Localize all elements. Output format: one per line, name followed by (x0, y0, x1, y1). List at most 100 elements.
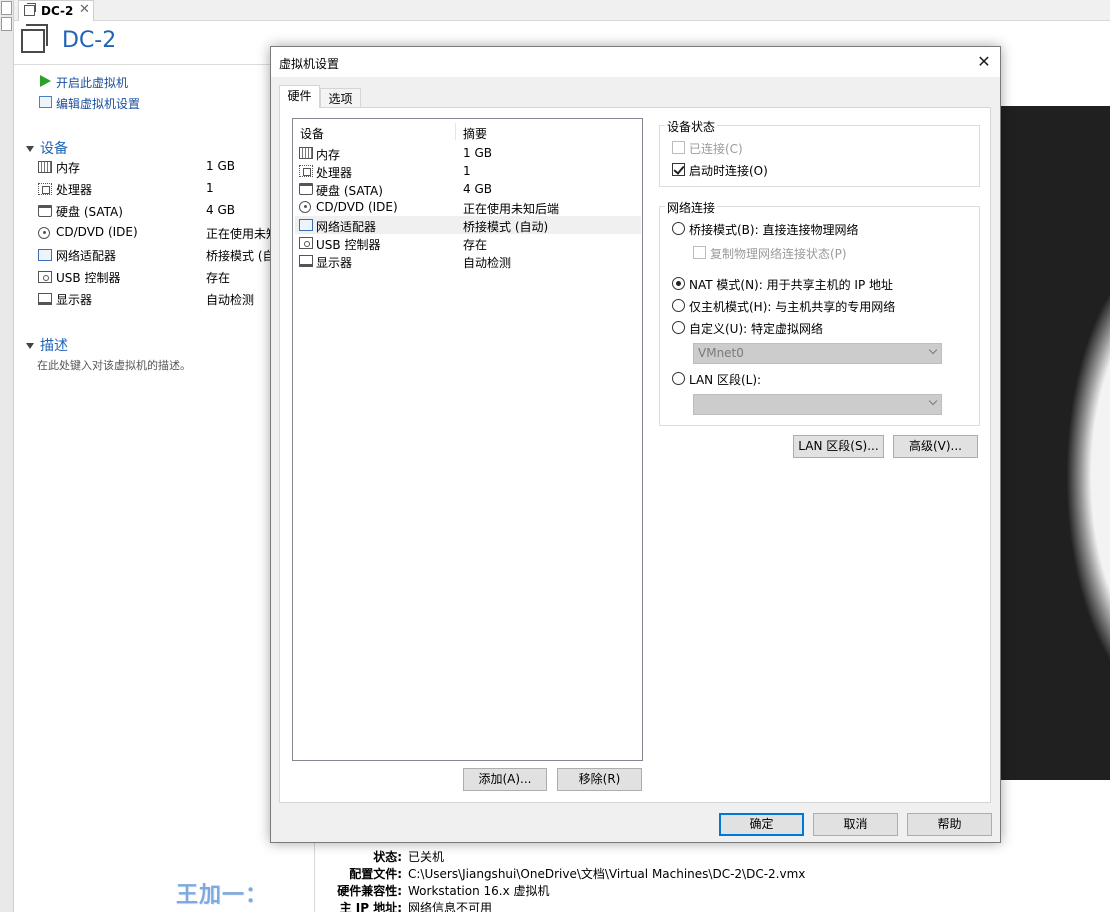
device-name: 硬盘 (SATA) (56, 205, 123, 219)
memory-icon (299, 147, 313, 159)
hard-disk-icon (299, 183, 313, 195)
device-value: 正在使用未知后端 (206, 227, 274, 241)
radio-circle (672, 372, 685, 385)
detail-value: 网络信息不可用 (408, 901, 493, 912)
network-connection-title: 网络连接 (665, 199, 718, 216)
description-section-header[interactable]: 描述 (26, 335, 68, 355)
list-item-name: 硬盘 (SATA) (316, 184, 383, 198)
list-item-usb-controller[interactable]: USB 控制器 存在 (295, 234, 641, 252)
network-connection-group (659, 206, 980, 426)
cd-dvd-icon (299, 201, 311, 213)
tab-dc-2[interactable]: DC-2 ✕ (18, 0, 94, 21)
list-item-network-adapter[interactable]: 网络适配器 桥接模式 (自动) (295, 216, 641, 234)
close-icon[interactable]: ✕ (79, 2, 90, 17)
chevron-down-icon (928, 396, 938, 406)
description-placeholder[interactable]: 在此处键入对该虚拟机的描述。 (37, 357, 191, 373)
device-value: 4 GB (206, 203, 235, 217)
vm-icon (21, 24, 48, 53)
device-value: 1 GB (206, 159, 235, 173)
tab-hardware[interactable]: 硬件 (279, 85, 320, 108)
display-icon (38, 293, 52, 305)
lan-segments-button[interactable]: LAN 区段(S)... (793, 435, 884, 458)
hard-disk-icon (38, 205, 52, 217)
radio-label: NAT 模式(N): 用于共享主机的 IP 地址 (689, 278, 894, 292)
devices-section-header[interactable]: 设备 (26, 138, 68, 158)
dialog-title-bar[interactable]: 虚拟机设置 ✕ (271, 47, 1000, 77)
dialog-title: 虚拟机设置 (279, 57, 340, 71)
add-device-button[interactable]: 添加(A)... (463, 768, 547, 791)
scroll-down-arrow[interactable] (1, 17, 12, 31)
list-item-summary: 1 GB (463, 146, 492, 160)
list-item-name: CD/DVD (IDE) (316, 200, 398, 214)
device-name: 处理器 (56, 183, 93, 197)
device-value: 1 (206, 181, 214, 195)
checkbox-box (693, 246, 706, 259)
detail-key: 配置文件: (349, 867, 402, 881)
radio-label: 仅主机模式(H): 与主机共享的专用网络 (689, 300, 896, 314)
left-scroll-strip (0, 0, 14, 912)
tab-bar (14, 0, 1110, 21)
detail-key: 状态: (373, 850, 402, 864)
radio-circle (672, 222, 685, 235)
tab-label: DC-2 (41, 4, 74, 18)
list-item-name: 网络适配器 (316, 220, 377, 234)
advanced-button[interactable]: 高级(V)... (893, 435, 978, 458)
list-item-cd-dvd[interactable]: CD/DVD (IDE) 正在使用未知后端 (295, 198, 641, 216)
radio-label: 自定义(U): 特定虚拟网络 (689, 322, 824, 336)
list-item-summary: 自动检测 (463, 256, 512, 270)
usb-controller-icon (38, 271, 52, 283)
device-value: 桥接模式 (自动) (206, 249, 274, 263)
detail-value: 已关机 (408, 850, 445, 864)
hardware-device-list[interactable]: 设备 摘要 内存 1 GB 处理器 1 硬盘 (SATA) 4 GB CD/DV… (292, 118, 643, 761)
radio-label: 桥接模式(B): 直接连接物理网络 (689, 223, 859, 237)
checkbox-label: 已连接(C) (689, 142, 743, 156)
list-item-hard-disk[interactable]: 硬盘 (SATA) 4 GB (295, 180, 641, 198)
detail-key: 硬件兼容性: (337, 884, 402, 898)
ok-button[interactable]: 确定 (719, 813, 804, 836)
section-title: 设备 (40, 141, 68, 157)
close-icon[interactable]: ✕ (973, 51, 995, 73)
edit-settings-link[interactable]: 编辑虚拟机设置 (56, 95, 140, 112)
column-header-summary[interactable]: 摘要 (463, 125, 487, 142)
column-header-device[interactable]: 设备 (300, 125, 324, 142)
section-title: 描述 (40, 338, 68, 354)
vm-details-panel: 状态: 已关机 配置文件: C:\Users\Jiangshui\OneDriv… (314, 840, 1110, 912)
device-name: USB 控制器 (56, 271, 121, 285)
list-item-display[interactable]: 显示器 自动检测 (295, 252, 641, 270)
column-separator[interactable] (455, 123, 456, 140)
list-item-name: USB 控制器 (316, 238, 381, 252)
lan-segment-select[interactable] (693, 394, 942, 415)
device-name: 网络适配器 (56, 249, 117, 263)
collapse-arrow-icon (26, 146, 34, 152)
tab-options[interactable]: 选项 (320, 88, 361, 109)
cd-dvd-icon (38, 227, 50, 239)
detail-value: C:\Users\Jiangshui\OneDrive\文档\Virtual M… (408, 867, 806, 881)
divider (14, 64, 274, 65)
chevron-down-icon (928, 345, 938, 355)
list-item-processor[interactable]: 处理器 1 (295, 162, 641, 180)
vm-preview-thumbnail (1000, 106, 1110, 780)
detail-value: Workstation 16.x 虚拟机 (408, 884, 550, 898)
display-icon (299, 255, 313, 267)
detail-key: 主 IP 地址: (339, 901, 402, 912)
list-item-name: 显示器 (316, 256, 353, 270)
scroll-up-arrow[interactable] (1, 1, 12, 15)
list-item-summary: 正在使用未知后端 (463, 202, 560, 216)
remove-device-button[interactable]: 移除(R) (557, 768, 642, 791)
edit-settings-icon (39, 96, 52, 108)
memory-icon (38, 161, 52, 173)
radio-circle (672, 321, 685, 334)
device-name: 显示器 (56, 293, 93, 307)
cancel-button[interactable]: 取消 (813, 813, 898, 836)
list-item-summary: 1 (463, 164, 471, 178)
power-on-link[interactable]: 开启此虚拟机 (56, 74, 128, 91)
list-item-summary: 存在 (463, 238, 488, 252)
device-value: 自动检测 (206, 293, 255, 307)
device-value: 存在 (206, 271, 231, 285)
processor-icon (299, 165, 313, 177)
list-item-memory[interactable]: 内存 1 GB (295, 144, 641, 162)
device-name: 内存 (56, 161, 81, 175)
custom-network-select[interactable]: VMnet0 (693, 343, 942, 364)
usb-controller-icon (299, 237, 313, 249)
help-button[interactable]: 帮助 (907, 813, 992, 836)
